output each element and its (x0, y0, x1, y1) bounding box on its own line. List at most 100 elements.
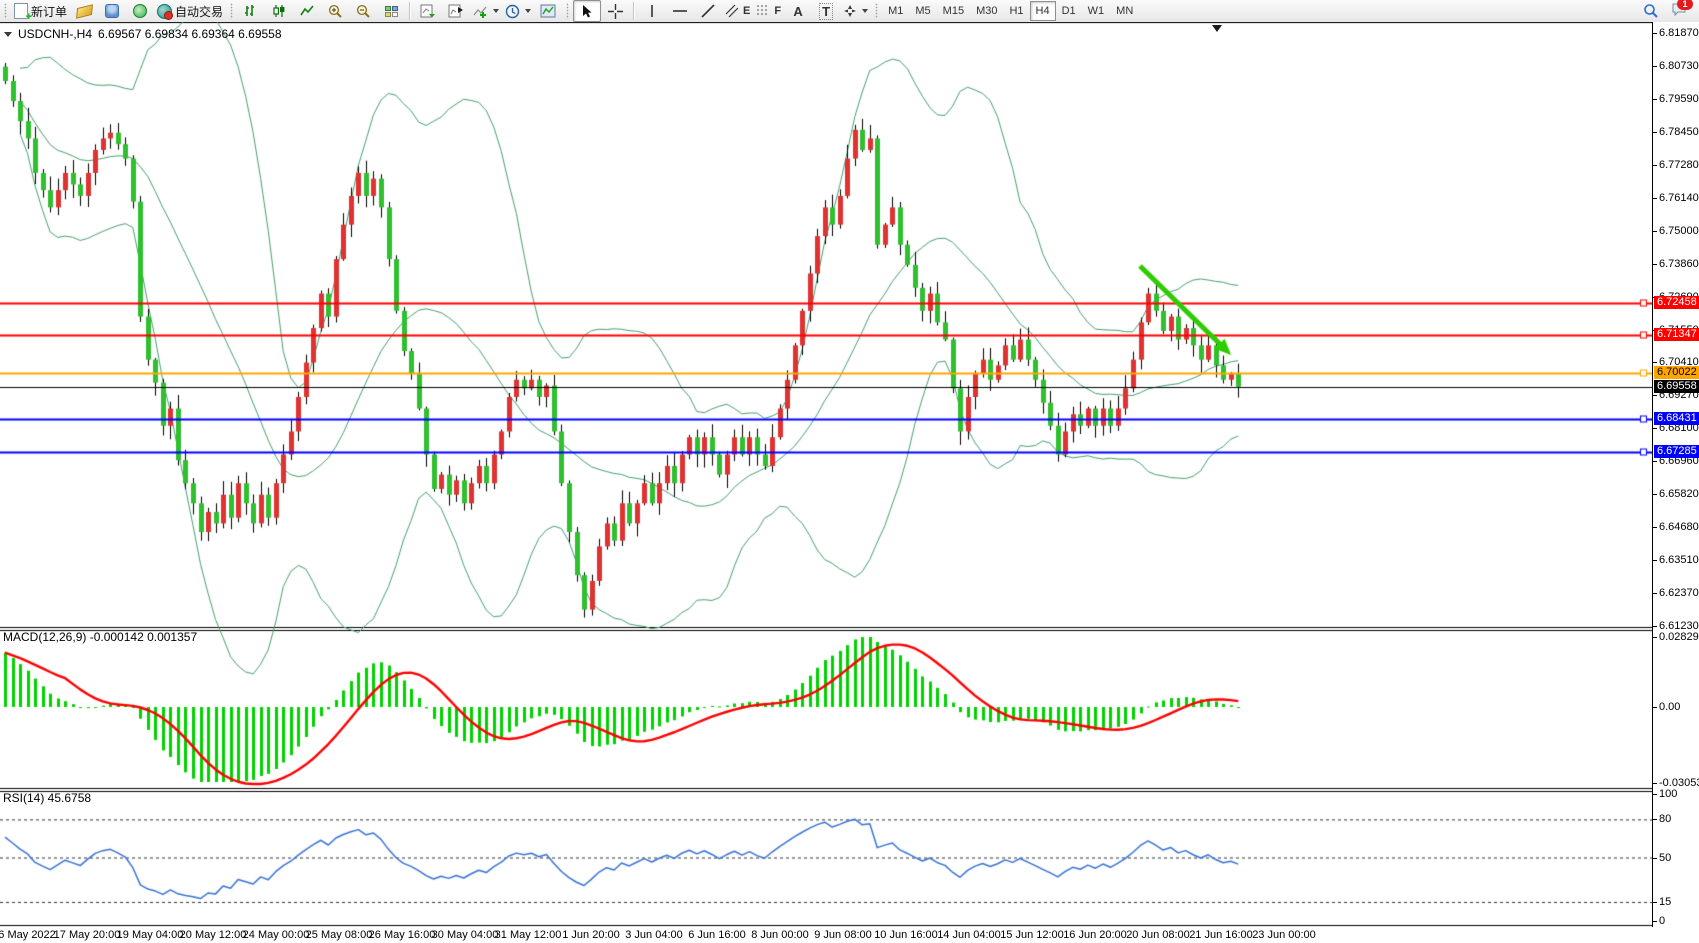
hline-price-label[interactable]: 6.68431 (1654, 412, 1699, 425)
toolbar-separator (633, 2, 634, 20)
timeframe-mn[interactable]: MN (1110, 1, 1139, 21)
new-order-icon (14, 3, 28, 19)
zoom-in-button[interactable] (321, 0, 349, 22)
chart-shift-button[interactable] (442, 0, 470, 22)
tile-windows-icon (385, 6, 398, 17)
timeframe-h4[interactable]: H4 (1030, 1, 1056, 21)
search-button[interactable] (1637, 0, 1665, 22)
scroll-to-end-marker[interactable] (1212, 25, 1222, 32)
timeframe-d1[interactable]: D1 (1056, 1, 1082, 21)
text-label-icon: T (819, 3, 833, 20)
periods-caret (525, 9, 531, 13)
price-tick: 6.78450 (1659, 126, 1699, 138)
new-order-button[interactable]: 新订单 (11, 0, 70, 22)
auto-trading-button[interactable]: 自动交易 (154, 0, 226, 22)
timeframe-m5[interactable]: M5 (909, 1, 936, 21)
price-tick: 6.77280 (1659, 159, 1699, 171)
chart-shift-icon (448, 4, 464, 18)
eraser-button[interactable] (70, 0, 98, 22)
rsi-tick: 0 (1659, 915, 1665, 927)
trendline-icon (701, 4, 715, 18)
toolbar-grip[interactable] (875, 3, 879, 19)
cursor-button[interactable] (573, 0, 601, 22)
toolbar-grip[interactable] (230, 3, 234, 19)
timeframe-m1[interactable]: M1 (882, 1, 909, 21)
hline-price-label[interactable]: 6.72458 (1654, 296, 1699, 309)
crosshair-icon (608, 4, 623, 19)
arrows-button[interactable] (840, 0, 871, 22)
rsi-tick: 50 (1659, 852, 1671, 864)
terminal-icon (105, 4, 119, 18)
hline-price-label[interactable]: 6.70022 (1654, 366, 1699, 379)
price-tick: 6.62370 (1659, 587, 1699, 599)
candlestick-chart-button[interactable] (265, 0, 293, 22)
timeframe-m30[interactable]: M30 (970, 1, 1003, 21)
timeframe-m15[interactable]: M15 (937, 1, 970, 21)
rsi-indicator-label: RSI(14) 45.6758 (3, 791, 91, 805)
hline-price-label[interactable]: 6.67285 (1654, 445, 1699, 458)
macd-tick: 0.00 (1659, 701, 1680, 713)
fibonacci-letter: F (774, 5, 781, 17)
macd-tick: -0.030537 (1659, 777, 1699, 789)
candlestick-chart-icon (272, 4, 287, 18)
one-click-trading-caret[interactable] (4, 32, 12, 37)
equidistant-channel-button[interactable]: E (722, 0, 753, 22)
time-axis[interactable]: 16 May 202217 May 20:0019 May 04:0020 Ma… (0, 927, 1699, 943)
macd-indicator-label: MACD(12,26,9) -0.000142 0.001357 (3, 630, 197, 644)
tile-windows-button[interactable] (377, 0, 405, 22)
periods-button[interactable] (502, 0, 534, 22)
auto-trading-icon (157, 4, 172, 19)
time-label: 23 Jun 00:00 (1246, 929, 1322, 941)
crosshair-button[interactable] (601, 0, 629, 22)
current-price-label[interactable]: 6.69558 (1654, 380, 1699, 393)
text-button[interactable]: A (784, 0, 812, 22)
trendline-button[interactable] (694, 0, 722, 22)
indicators-icon (473, 4, 488, 18)
horizontal-line-icon (672, 6, 688, 16)
timeframe-h1[interactable]: H1 (1003, 1, 1029, 21)
arrows-icon (843, 4, 857, 18)
fibonacci-button[interactable]: F (753, 0, 784, 22)
text-label-button[interactable]: T (812, 0, 840, 22)
toolbar-grip[interactable] (4, 3, 8, 19)
price-tick: 6.76140 (1659, 192, 1699, 204)
eraser-icon (76, 4, 93, 19)
price-tick: 6.65820 (1659, 488, 1699, 500)
rsi-tick: 15 (1659, 896, 1671, 908)
templates-button[interactable] (534, 0, 562, 22)
price-tick: 6.81870 (1659, 27, 1699, 39)
timeframe-w1[interactable]: W1 (1082, 1, 1111, 21)
channel-letter: E (743, 5, 750, 17)
toolbar-grip[interactable] (566, 3, 570, 19)
chat-icon: 1 (1671, 2, 1687, 20)
zoom-out-button[interactable] (349, 0, 377, 22)
zoom-in-icon (328, 4, 343, 19)
price-chart-canvas[interactable] (0, 22, 1652, 927)
chart-symbol-period: USDCNH-,H4 (18, 27, 92, 41)
text-icon: A (793, 4, 802, 19)
templates-icon (540, 4, 556, 18)
price-tick: 6.75000 (1659, 225, 1699, 237)
signals-button[interactable] (126, 0, 154, 22)
chart-title: USDCNH-,H4 6.69567 6.69834 6.69364 6.695… (4, 27, 282, 41)
auto-trading-label: 自动交易 (175, 3, 223, 20)
auto-scroll-button[interactable] (414, 0, 442, 22)
hline-price-label[interactable]: 6.71347 (1654, 328, 1699, 341)
notifications-button[interactable]: 1 (1665, 0, 1693, 22)
price-tick: 6.73860 (1659, 258, 1699, 270)
price-axis[interactable]: 6.818706.807306.795906.784506.772806.761… (1652, 22, 1699, 927)
horizontal-line-button[interactable] (666, 0, 694, 22)
chart-area: USDCNH-,H4 6.69567 6.69834 6.69364 6.695… (0, 22, 1699, 943)
vertical-line-button[interactable] (638, 0, 666, 22)
terminal-button[interactable] (98, 0, 126, 22)
bar-chart-button[interactable] (237, 0, 265, 22)
notification-badge: 1 (1677, 0, 1693, 10)
line-chart-button[interactable] (293, 0, 321, 22)
fibonacci-icon (756, 4, 771, 18)
bar-chart-icon (244, 4, 259, 18)
chart-ohlc-quote: 6.69567 6.69834 6.69364 6.69558 (98, 27, 282, 41)
indicators-button[interactable] (470, 0, 502, 22)
indicators-caret (493, 9, 499, 13)
rsi-tick: 100 (1659, 788, 1677, 800)
mt4-window: 新订单 自动交易 (0, 0, 1699, 943)
